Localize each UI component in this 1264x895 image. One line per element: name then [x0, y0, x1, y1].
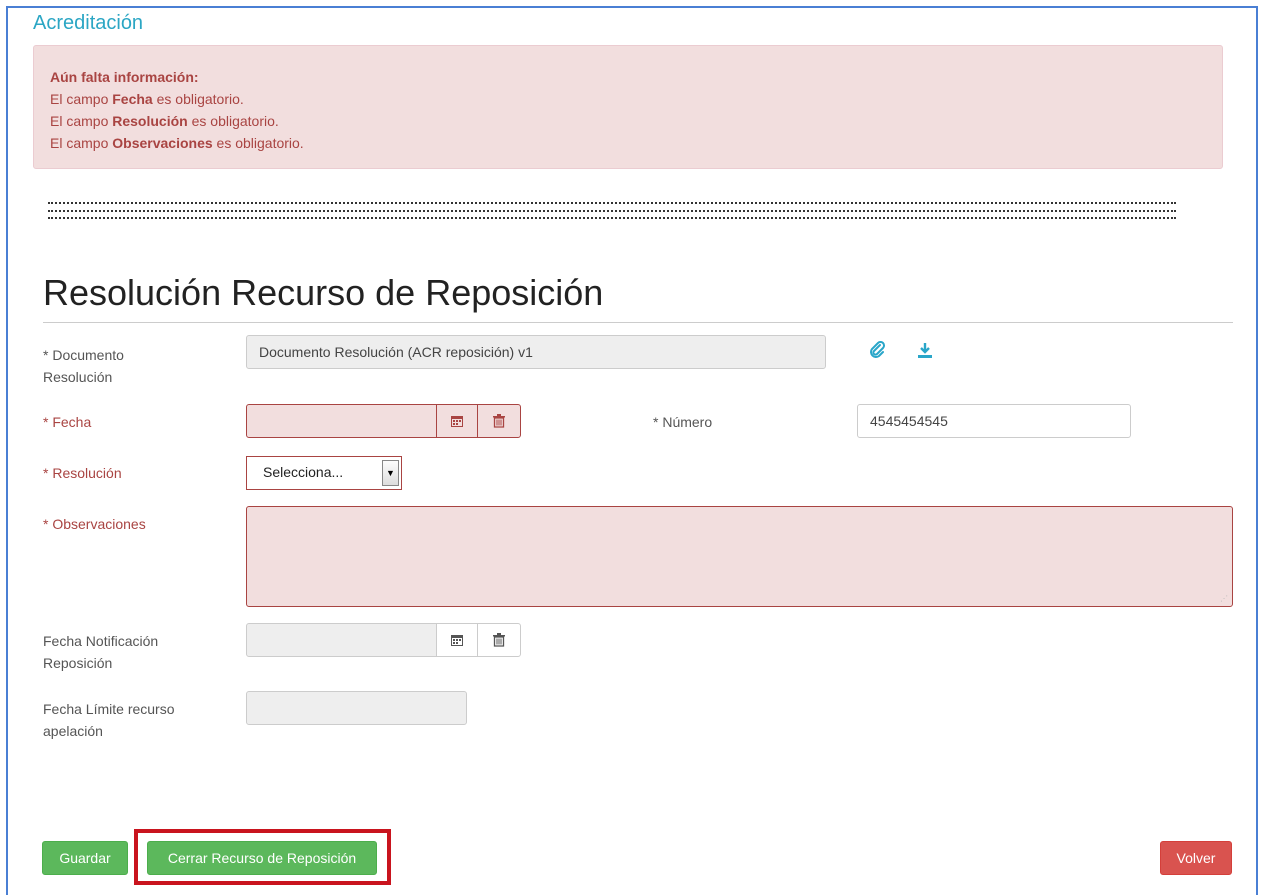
dotted-divider	[48, 217, 1176, 219]
fecha-notificacion-input[interactable]	[246, 623, 437, 657]
fecha-input[interactable]	[246, 404, 437, 438]
documento-field[interactable]: Documento Resolución (ACR reposición) v1	[246, 335, 826, 369]
trash-icon[interactable]	[477, 623, 521, 657]
calendar-icon[interactable]	[436, 623, 478, 657]
resolucion-select[interactable]: Selecciona... ▼	[246, 456, 402, 490]
page-title: Resolución Recurso de Reposición	[43, 272, 604, 313]
numero-label: * Número	[653, 414, 713, 430]
alert-line: El campo Fecha es obligatorio.	[50, 91, 244, 107]
documento-label: * Documento Resolución	[43, 347, 124, 385]
guardar-button[interactable]: Guardar	[42, 841, 128, 875]
calendar-icon[interactable]	[436, 404, 478, 438]
dotted-divider	[48, 202, 1176, 204]
download-icon[interactable]	[917, 341, 933, 364]
dotted-divider	[48, 210, 1176, 212]
alert-line: El campo Observaciones es obligatorio.	[50, 135, 304, 151]
fecha-label: * Fecha	[43, 414, 92, 430]
fecha-group	[246, 404, 521, 438]
fecha-notificacion-group	[246, 623, 521, 657]
fecha-limite-input[interactable]	[246, 691, 467, 725]
fecha-limite-label: Fecha Límite recurso apelación	[43, 701, 175, 739]
paperclip-icon[interactable]	[868, 340, 886, 364]
cerrar-recurso-button[interactable]: Cerrar Recurso de Reposición	[147, 841, 377, 875]
alert-heading: Aún falta información:	[50, 69, 199, 85]
section-title: Acreditación	[33, 12, 144, 34]
observaciones-textarea[interactable]	[246, 506, 1233, 607]
resize-handle-icon[interactable]: ⋰	[1220, 594, 1228, 603]
alert-line: El campo Resolución es obligatorio.	[50, 113, 279, 129]
fecha-notificacion-label: Fecha Notificación Reposición	[43, 633, 159, 671]
error-alert: Aún falta información: El campo Fecha es…	[33, 45, 1223, 169]
observaciones-label: * Observaciones	[43, 516, 146, 532]
trash-icon[interactable]	[477, 404, 521, 438]
volver-button[interactable]: Volver	[1160, 841, 1232, 875]
title-divider	[43, 322, 1233, 323]
resolucion-label: * Resolución	[43, 465, 122, 481]
chevron-down-icon[interactable]: ▼	[382, 460, 399, 486]
resolucion-selected: Selecciona...	[263, 464, 344, 480]
numero-input[interactable]: 4545454545	[857, 404, 1131, 438]
